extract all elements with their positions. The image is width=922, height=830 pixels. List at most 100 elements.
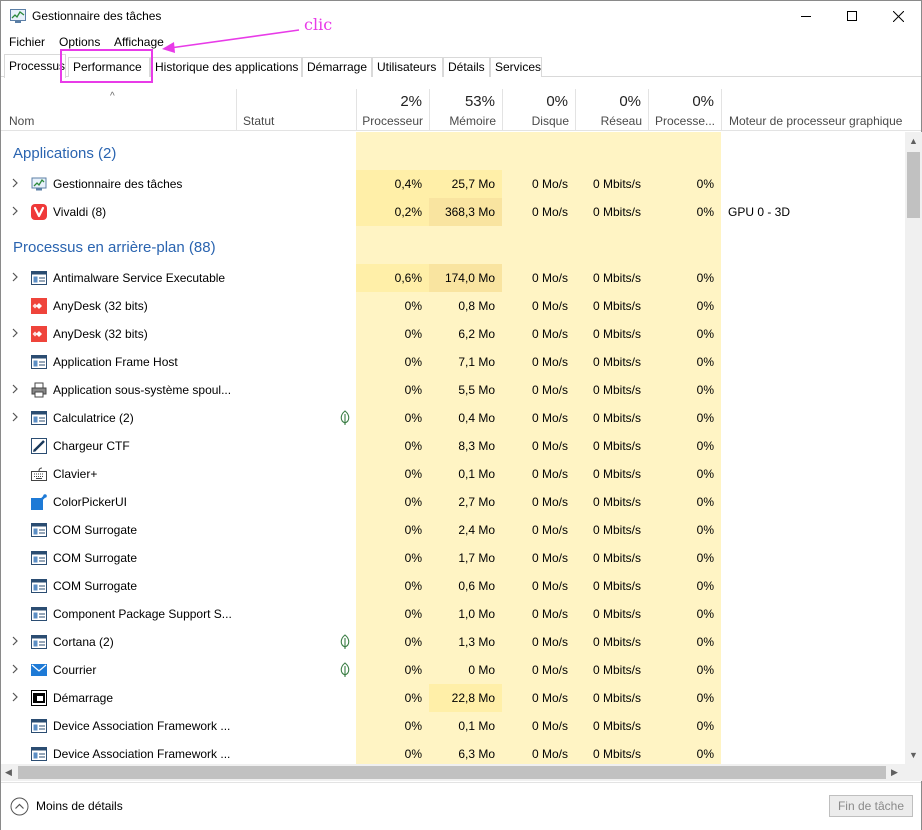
process-row[interactable]: Chargeur CTF 0% 8,3 Mo 0 Mo/s 0 Mbits/s 0% bbox=[1, 432, 905, 460]
column-header-disk[interactable]: 0% Disque bbox=[502, 89, 575, 131]
vertical-scrollbar[interactable]: ▲ ▼ bbox=[905, 132, 922, 764]
expand-chevron-icon[interactable] bbox=[11, 178, 19, 188]
process-row[interactable]: Calculatrice (2) 0% 0,4 Mo 0 Mo/s 0 Mbits/s 0… bbox=[1, 404, 905, 432]
tab-processes[interactable]: Processus bbox=[4, 54, 66, 78]
window-title: Gestionnaire des tâches bbox=[32, 9, 162, 23]
column-header-status[interactable]: Statut bbox=[236, 89, 356, 131]
process-list: Applications (2) Gestionnaire des tâches 0… bbox=[1, 132, 905, 764]
network-value-cell: 0 Mbits/s bbox=[575, 488, 648, 516]
network-value-cell: 0 Mbits/s bbox=[575, 376, 648, 404]
horizontal-scrollbar[interactable]: ◀ ▶ bbox=[1, 764, 905, 781]
process-row[interactable]: ColorPickerUI 0% 2,7 Mo 0 Mo/s 0 Mbits/s 0% bbox=[1, 488, 905, 516]
process-name: COM Surrogate bbox=[53, 579, 138, 593]
process-row[interactable]: Device Association Framework ... 0% 6,3 Mo… bbox=[1, 740, 905, 764]
column-header-cpu[interactable]: 2% Processeur bbox=[356, 89, 429, 131]
process-row[interactable]: Cortana (2) 0% 1,3 Mo 0 Mo/s 0 Mbits/s 0% bbox=[1, 628, 905, 656]
fewer-details-link[interactable]: Moins de détails bbox=[36, 799, 123, 813]
memory-value: 5,5 Mo bbox=[458, 383, 495, 397]
close-button[interactable] bbox=[875, 1, 921, 31]
expand-chevron-icon[interactable] bbox=[11, 328, 19, 338]
network-value: 0 Mbits/s bbox=[592, 635, 641, 649]
service-window-icon bbox=[31, 607, 47, 621]
menu-options[interactable]: Options bbox=[59, 35, 100, 49]
maximize-button[interactable] bbox=[829, 1, 875, 31]
process-row[interactable]: Vivaldi (8) 0,2% 368,3 Mo 0 Mo/s 0 Mbits/s 0%… bbox=[1, 198, 905, 226]
network-value: 0 Mbits/s bbox=[592, 691, 641, 705]
process-row[interactable]: AnyDesk (32 bits) 0% 6,2 Mo 0 Mo/s 0 Mbits/s… bbox=[1, 320, 905, 348]
tab-services[interactable]: Services bbox=[490, 57, 542, 77]
column-header-gpu-engine[interactable]: Moteur de processeur graphique bbox=[721, 89, 905, 131]
column-header-gpu[interactable]: 0% Processe... bbox=[648, 89, 721, 131]
service-window-icon bbox=[31, 551, 47, 565]
cpu-value: 0% bbox=[404, 299, 422, 313]
process-name: Application sous-système spoul... bbox=[53, 383, 232, 397]
disk-value: 0 Mo/s bbox=[531, 495, 568, 509]
expand-chevron-icon[interactable] bbox=[11, 664, 19, 674]
vertical-scroll-thumb[interactable] bbox=[907, 152, 920, 218]
expand-chevron-icon[interactable] bbox=[11, 384, 19, 394]
tab-performance[interactable]: Performance bbox=[68, 57, 150, 77]
gpu-value: 0% bbox=[696, 177, 714, 191]
expand-chevron-icon[interactable] bbox=[11, 272, 19, 282]
process-row[interactable]: Courrier 0% 0 Mo 0 Mo/s 0 Mbits/s 0% bbox=[1, 656, 905, 684]
scroll-up-icon[interactable]: ▲ bbox=[909, 136, 918, 146]
disk-value: 0 Mo/s bbox=[531, 719, 568, 733]
memory-value: 25,7 Mo bbox=[451, 177, 495, 191]
service-window-icon bbox=[31, 523, 47, 537]
process-row[interactable]: Clavier+ 0% 0,1 Mo 0 Mo/s 0 Mbits/s 0% bbox=[1, 460, 905, 488]
process-row[interactable]: COM Surrogate 0% 2,4 Mo 0 Mo/s 0 Mbits/s 0% bbox=[1, 516, 905, 544]
cpu-value-cell: 0% bbox=[356, 376, 429, 404]
disk-value-cell: 0 Mo/s bbox=[502, 628, 575, 656]
gpu-value: 0% bbox=[696, 523, 714, 537]
cpu-value-cell: 0,4% bbox=[356, 170, 429, 198]
column-header-memory[interactable]: 53% Mémoire bbox=[429, 89, 502, 131]
menu-file[interactable]: Fichier bbox=[9, 35, 45, 49]
gpu-value-cell: 0% bbox=[648, 198, 721, 226]
expand-chevron-icon[interactable] bbox=[11, 636, 19, 646]
cpu-value: 0% bbox=[404, 355, 422, 369]
memory-value-cell: 7,1 Mo bbox=[429, 348, 502, 376]
gpu-value-cell: 0% bbox=[648, 404, 721, 432]
tab-startup[interactable]: Démarrage bbox=[302, 57, 372, 77]
network-value-cell: 0 Mbits/s bbox=[575, 170, 648, 198]
horizontal-scroll-thumb[interactable] bbox=[18, 766, 886, 779]
process-row[interactable]: Antimalware Service Executable 0,6% 174,0 … bbox=[1, 264, 905, 292]
gpu-engine-value: GPU 0 - 3D bbox=[728, 205, 791, 219]
column-header-network[interactable]: 0% Réseau bbox=[575, 89, 648, 131]
tab-users[interactable]: Utilisateurs bbox=[372, 57, 443, 77]
click-annotation-label: clic bbox=[304, 15, 333, 34]
process-row[interactable]: COM Surrogate 0% 0,6 Mo 0 Mo/s 0 Mbits/s 0% bbox=[1, 572, 905, 600]
process-row[interactable]: Démarrage 0% 22,8 Mo 0 Mo/s 0 Mbits/s 0% bbox=[1, 684, 905, 712]
expand-chevron-icon[interactable] bbox=[11, 206, 19, 216]
tab-details[interactable]: Détails bbox=[443, 57, 490, 77]
process-row[interactable]: AnyDesk (32 bits) 0% 0,8 Mo 0 Mo/s 0 Mbits/s… bbox=[1, 292, 905, 320]
process-row[interactable]: Application sous-système spoul... 0% 5,5 M… bbox=[1, 376, 905, 404]
memory-value: 1,3 Mo bbox=[458, 635, 495, 649]
cpu-value-cell: 0,6% bbox=[356, 264, 429, 292]
disk-value-cell: 0 Mo/s bbox=[502, 170, 575, 198]
cpu-value-cell: 0% bbox=[356, 600, 429, 628]
process-row[interactable]: Component Package Support S... 0% 1,0 Mo 0 … bbox=[1, 600, 905, 628]
disk-value: 0 Mo/s bbox=[531, 205, 568, 219]
service-window-icon bbox=[31, 747, 47, 761]
minimize-button[interactable] bbox=[783, 1, 829, 31]
tab-app-history[interactable]: Historique des applications bbox=[150, 57, 302, 77]
collapse-details-icon[interactable] bbox=[10, 797, 29, 816]
process-row[interactable]: Application Frame Host 0% 7,1 Mo 0 Mo/s 0 Mb… bbox=[1, 348, 905, 376]
cpu-value-cell: 0% bbox=[356, 656, 429, 684]
gpu-value: 0% bbox=[696, 355, 714, 369]
end-task-button[interactable]: Fin de tâche bbox=[829, 795, 913, 817]
expand-chevron-icon[interactable] bbox=[11, 692, 19, 702]
scroll-right-icon[interactable]: ▶ bbox=[891, 767, 898, 777]
cpu-value: 0,6% bbox=[394, 271, 422, 285]
group-header-0[interactable]: Applications (2) bbox=[1, 132, 905, 170]
column-header-name[interactable]: Nom bbox=[1, 89, 236, 131]
expand-chevron-icon[interactable] bbox=[11, 412, 19, 422]
process-row[interactable]: COM Surrogate 0% 1,7 Mo 0 Mo/s 0 Mbits/s 0% bbox=[1, 544, 905, 572]
scroll-left-icon[interactable]: ◀ bbox=[5, 767, 12, 777]
scroll-down-icon[interactable]: ▼ bbox=[909, 750, 918, 760]
process-row[interactable]: Device Association Framework ... 0% 0,1 Mo… bbox=[1, 712, 905, 740]
group-header-1[interactable]: Processus en arrière-plan (88) bbox=[1, 226, 905, 264]
cpu-value: 0,2% bbox=[394, 205, 422, 219]
process-row[interactable]: Gestionnaire des tâches 0,4% 25,7 Mo 0 Mo/s… bbox=[1, 170, 905, 198]
